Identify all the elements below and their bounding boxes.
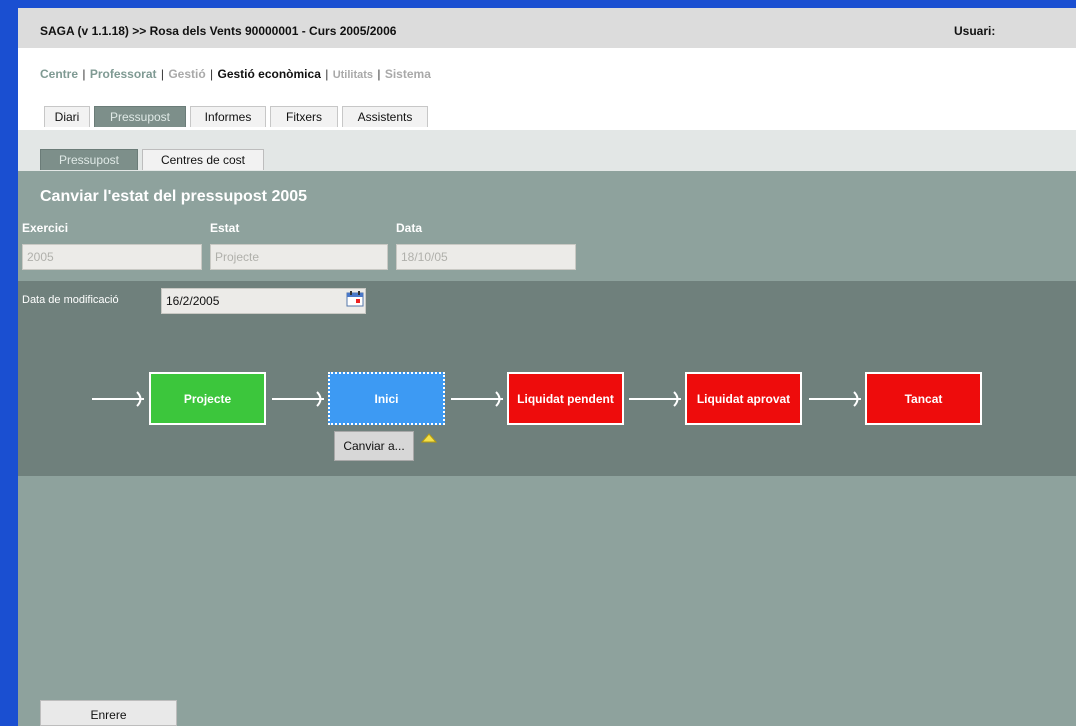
- menu-separator: |: [82, 67, 86, 81]
- menu-item-sistema[interactable]: Sistema: [385, 67, 431, 81]
- state-liquidat-aprovat[interactable]: Liquidat aprovat: [685, 372, 802, 425]
- state-projecte[interactable]: Projecte: [149, 372, 266, 425]
- modification-date-label: Data de modificació: [22, 294, 119, 306]
- main-menu: Centre | Professorat | Gestió | Gestió e…: [40, 67, 431, 81]
- state-inici[interactable]: Inici: [328, 372, 445, 425]
- menu-separator: |: [160, 67, 164, 81]
- data-field: 18/10/05: [396, 244, 576, 270]
- arrow-right-icon: [92, 391, 144, 407]
- primary-tab-bar: Diari Pressupost Informes Fitxers Assist…: [18, 104, 1076, 130]
- change-state-button[interactable]: Canviar a...: [334, 431, 414, 461]
- title-bar: SAGA (v 1.1.18) >> Rosa dels Vents 90000…: [18, 8, 1076, 49]
- exercici-field: 2005: [22, 244, 202, 270]
- data-label: Data: [396, 221, 423, 235]
- calendar-icon[interactable]: [346, 291, 364, 307]
- subtab-pressupost[interactable]: Pressupost: [40, 149, 138, 170]
- subtab-centres-de-cost[interactable]: Centres de cost: [142, 149, 264, 170]
- menu-item-gestio-economica[interactable]: Gestió econòmica: [218, 67, 321, 81]
- menu-separator: |: [377, 67, 381, 81]
- app-window: SAGA (v 1.1.18) >> Rosa dels Vents 90000…: [18, 8, 1076, 726]
- triangle-up-icon[interactable]: [421, 433, 437, 443]
- tab-fitxers[interactable]: Fitxers: [270, 106, 338, 127]
- tab-assistents[interactable]: Assistents: [342, 106, 428, 127]
- menu-item-centre[interactable]: Centre: [40, 67, 78, 81]
- arrow-right-icon: [809, 391, 861, 407]
- secondary-tab-bar: Pressupost Centres de cost: [18, 130, 1076, 171]
- app-title: SAGA (v 1.1.18) >> Rosa dels Vents 90000…: [40, 24, 397, 38]
- page-title: Canviar l'estat del pressupost 2005: [40, 188, 308, 205]
- state-change-panel: Data de modificació 16/2/2005 Projecte I…: [18, 281, 1076, 476]
- menu-item-professorat[interactable]: Professorat: [90, 67, 157, 81]
- menu-item-utilitats[interactable]: Utilitats: [333, 69, 373, 81]
- modification-date-input[interactable]: 16/2/2005: [161, 288, 366, 314]
- back-button[interactable]: Enrere: [40, 700, 177, 726]
- arrow-right-icon: [451, 391, 503, 407]
- user-label: Usuari:: [954, 24, 996, 38]
- state-tancat[interactable]: Tancat: [865, 372, 982, 425]
- main-menu-bar: Centre | Professorat | Gestió | Gestió e…: [18, 48, 1076, 104]
- tab-pressupost[interactable]: Pressupost: [94, 106, 186, 127]
- arrow-right-icon: [629, 391, 681, 407]
- estat-label: Estat: [210, 221, 240, 235]
- arrow-right-icon: [272, 391, 324, 407]
- menu-item-gestio[interactable]: Gestió: [168, 67, 205, 81]
- estat-field: Projecte: [210, 244, 388, 270]
- menu-separator: |: [210, 67, 214, 81]
- menu-separator: |: [325, 67, 329, 81]
- tab-diari[interactable]: Diari: [44, 106, 90, 127]
- state-liquidat-pendent[interactable]: Liquidat pendent: [507, 372, 624, 425]
- exercici-label: Exercici: [22, 221, 69, 235]
- tab-informes[interactable]: Informes: [190, 106, 266, 127]
